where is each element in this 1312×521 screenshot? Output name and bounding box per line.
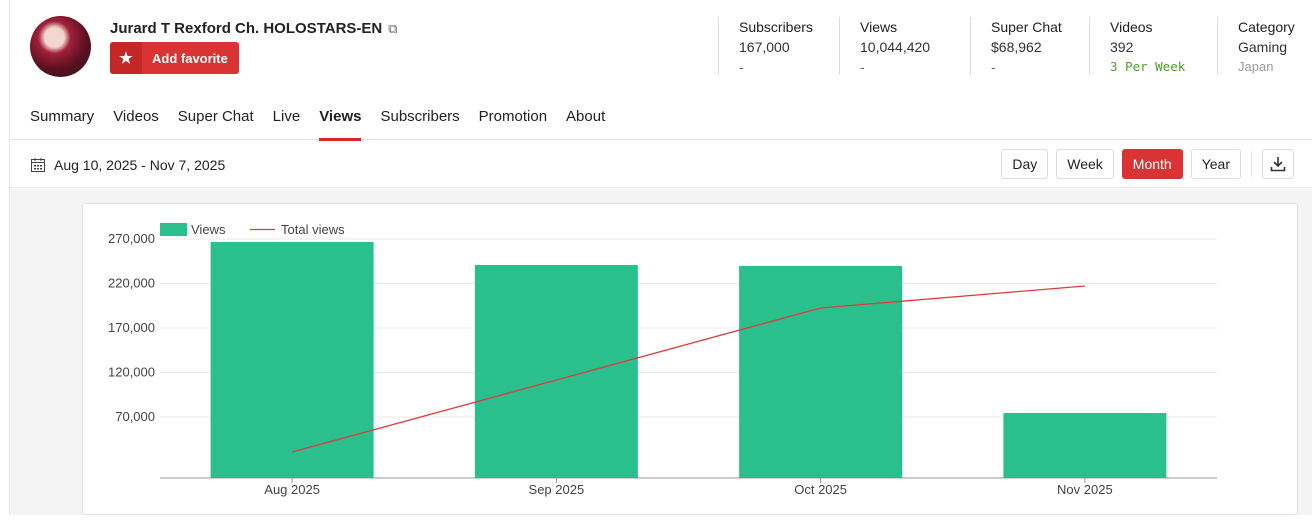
left-sidebar-edge [0, 0, 10, 515]
total-views-line [292, 286, 1085, 452]
channel-header: Jurard T Rexford Ch. HOLOSTARS-EN ⧉ ★Add … [10, 0, 1312, 140]
tab-videos[interactable]: Videos [113, 108, 159, 141]
tab-live[interactable]: Live [273, 108, 301, 141]
period-month-button[interactable]: Month [1122, 149, 1183, 179]
stat-label: Videos [1110, 17, 1217, 37]
stat-value: 167,000 [739, 37, 839, 57]
date-range-picker[interactable]: Aug 10, 2025 - Nov 7, 2025 [30, 157, 225, 173]
stat-value: $68,962 [991, 37, 1089, 57]
calendar-icon [30, 157, 46, 173]
x-tick-label: Oct 2025 [794, 482, 847, 497]
period-day-button[interactable]: Day [1001, 149, 1048, 179]
stat-sub: - [991, 57, 1089, 77]
content-area: 270,000 220,000 170,000 120,000 70,000 Aug 20… [10, 189, 1312, 515]
stat-subscribers: Subscribers167,000- [718, 17, 839, 75]
stat-videos: Videos3923 Per Week [1089, 17, 1217, 75]
channel-avatar [30, 16, 91, 77]
external-link-icon[interactable]: ⧉ [388, 21, 397, 36]
legend-views-swatch [160, 223, 187, 236]
stat-sub: 3 Per Week [1110, 57, 1217, 77]
tab-super-chat[interactable]: Super Chat [178, 108, 254, 141]
x-tick-label: Nov 2025 [1057, 482, 1113, 497]
views-chart: 270,000 220,000 170,000 120,000 70,000 Aug 20… [83, 204, 1299, 516]
tab-about[interactable]: About [566, 108, 605, 141]
x-tick-label: Sep 2025 [529, 482, 585, 497]
y-tick-label: 70,000 [115, 409, 155, 424]
channel-title: Jurard T Rexford Ch. HOLOSTARS-EN ⧉ [110, 20, 398, 37]
stat-label: Views [860, 17, 970, 37]
divider [1251, 151, 1252, 177]
x-tick-label: Aug 2025 [264, 482, 320, 497]
stat-super-chat: Super Chat$68,962- [970, 17, 1089, 75]
stats-bar: Subscribers167,000- Views10,044,420- Sup… [718, 17, 1307, 75]
legend-views-label: Views [191, 222, 226, 237]
legend-total-views-label: Total views [281, 222, 345, 237]
tab-subscribers[interactable]: Subscribers [380, 108, 459, 141]
y-tick-label: 220,000 [108, 276, 155, 291]
stat-sub: - [739, 57, 839, 77]
period-year-button[interactable]: Year [1191, 149, 1241, 179]
stat-label: Super Chat [991, 17, 1089, 37]
tab-views[interactable]: Views [319, 108, 361, 141]
period-week-button[interactable]: Week [1056, 149, 1114, 179]
bar-aug-2025 [211, 242, 374, 478]
tab-promotion[interactable]: Promotion [479, 108, 547, 141]
stat-value: Gaming [1238, 37, 1307, 57]
stat-views: Views10,044,420- [839, 17, 970, 75]
stat-sub: - [860, 57, 970, 77]
tab-bar: Summary Videos Super Chat Live Views Sub… [30, 108, 605, 141]
add-favorite-button[interactable]: ★Add favorite [110, 42, 239, 74]
bar-oct-2025 [739, 266, 902, 478]
channel-name: Jurard T Rexford Ch. HOLOSTARS-EN [110, 20, 382, 37]
stat-label: Subscribers [739, 17, 839, 37]
tab-summary[interactable]: Summary [30, 108, 94, 141]
chart-card: 270,000 220,000 170,000 120,000 70,000 Aug 20… [82, 203, 1298, 515]
stat-value: 392 [1110, 37, 1217, 57]
y-tick-label: 120,000 [108, 365, 155, 380]
stat-sub: Japan [1238, 57, 1307, 77]
bar-nov-2025 [1003, 413, 1166, 478]
add-favorite-label: Add favorite [142, 51, 228, 66]
download-button[interactable] [1262, 149, 1294, 179]
stat-value: 10,044,420 [860, 37, 970, 57]
stat-label: Category [1238, 17, 1307, 37]
date-range-text: Aug 10, 2025 - Nov 7, 2025 [54, 157, 225, 173]
y-tick-label: 170,000 [108, 320, 155, 335]
stat-category: CategoryGamingJapan [1217, 17, 1307, 75]
download-icon [1270, 156, 1286, 172]
y-tick-label: 270,000 [108, 231, 155, 246]
bar-sep-2025 [475, 265, 638, 478]
chart-toolbar: Aug 10, 2025 - Nov 7, 2025 Day Week Mont… [10, 141, 1312, 188]
star-icon: ★ [110, 42, 142, 74]
